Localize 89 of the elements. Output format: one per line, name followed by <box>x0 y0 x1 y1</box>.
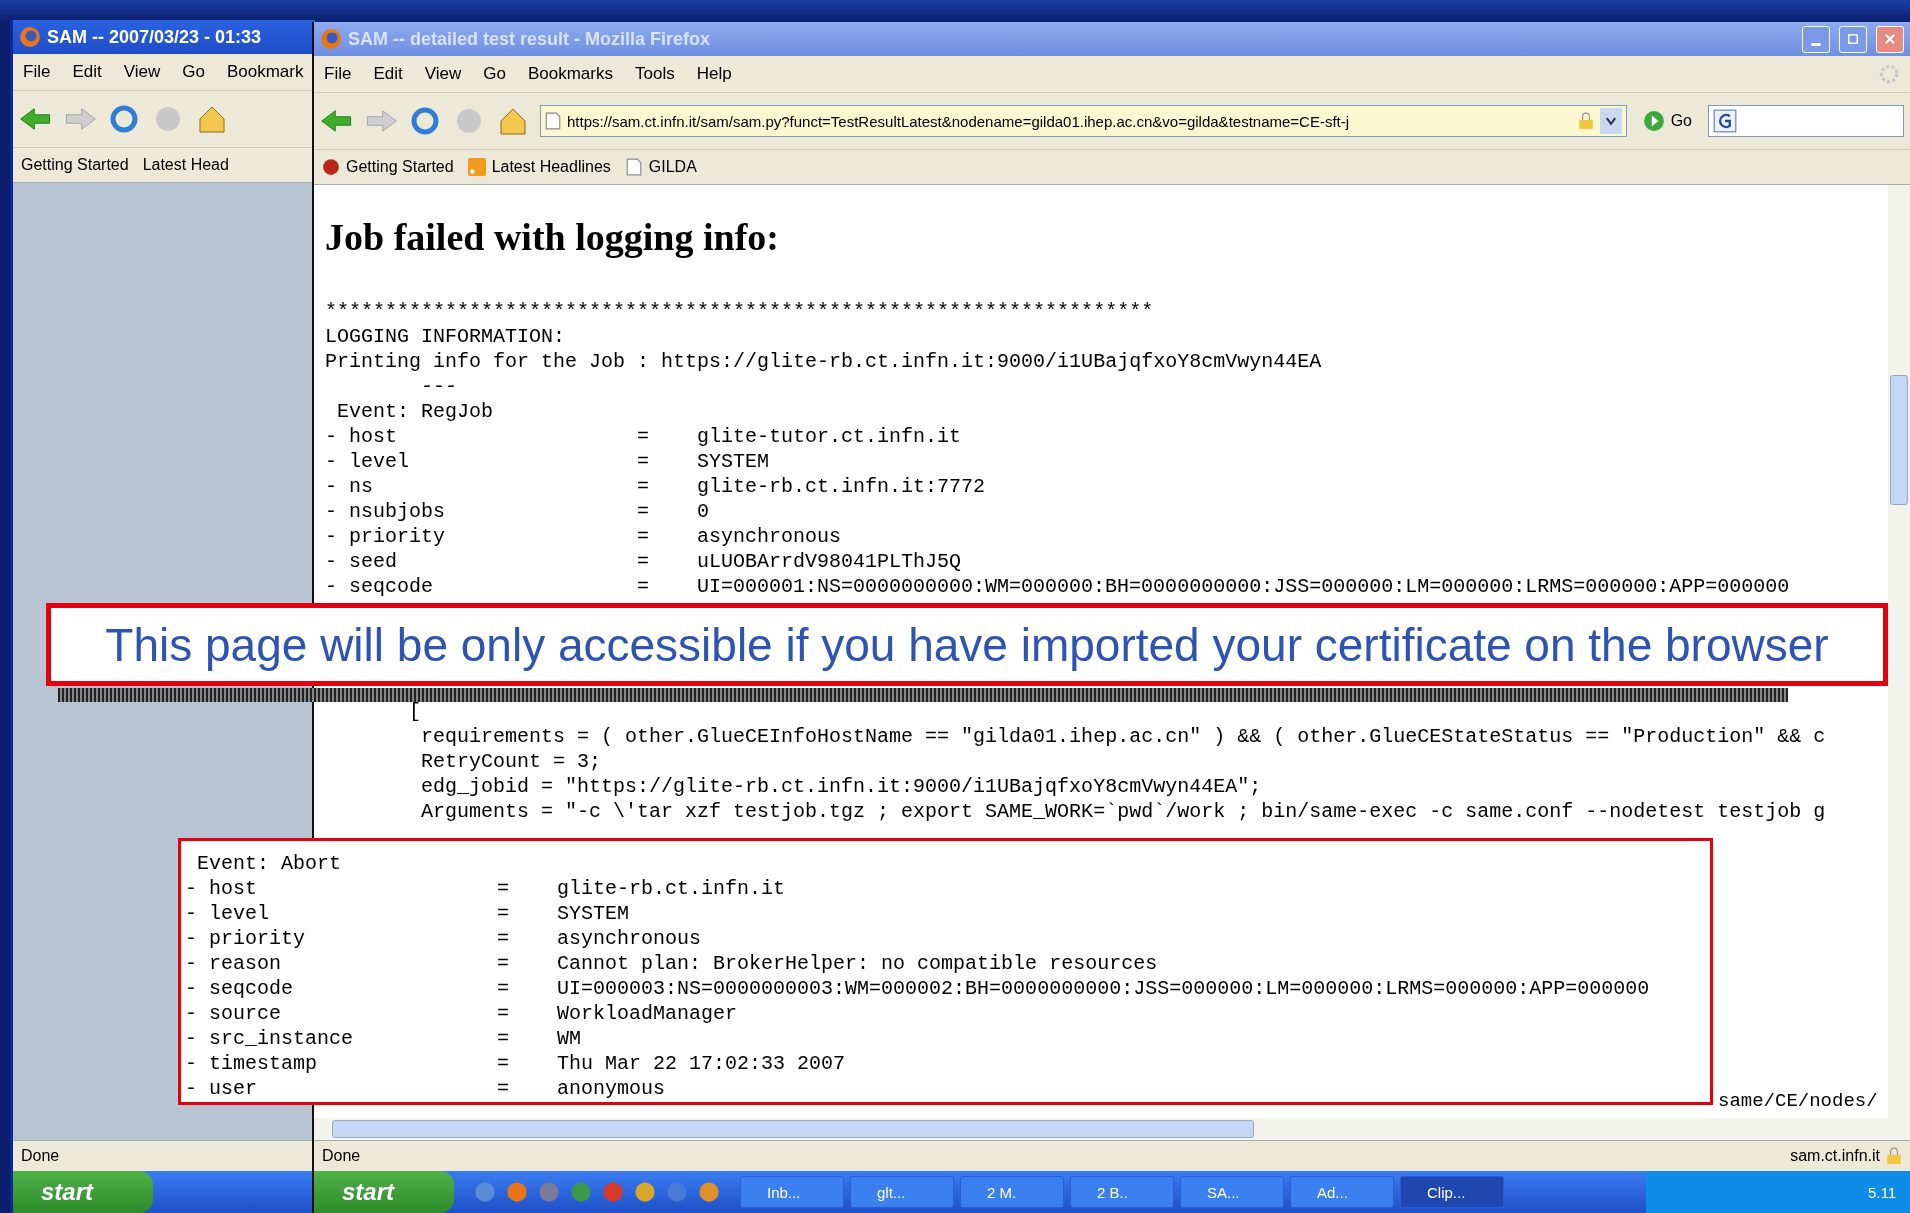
quick-launch-icon[interactable] <box>698 1181 720 1203</box>
log-line: - source = WorkloadManager <box>185 1001 739 1026</box>
log-line: --- <box>420 374 459 399</box>
bookmark-link[interactable]: Getting Started <box>322 158 454 176</box>
minimize-button[interactable] <box>1802 25 1830 53</box>
window-title: SAM -- detailed test result - Mozilla Firefox <box>348 28 711 50</box>
menu-item[interactable]: View <box>123 62 161 82</box>
status-host: sam.ct.infn.it <box>1790 1147 1880 1165</box>
menu-item[interactable]: Go <box>483 64 506 84</box>
taskbar-button[interactable]: SA... <box>1180 1176 1284 1208</box>
menu-item[interactable]: Bookmark <box>226 62 304 82</box>
log-line: - level = SYSTEM <box>185 901 631 926</box>
bookmark-link[interactable]: GILDA <box>624 158 697 176</box>
quick-launch-icon[interactable] <box>634 1181 656 1203</box>
log-line: RetryCount = 3; <box>420 749 603 774</box>
taskbar-button[interactable]: 2 M. <box>960 1176 1064 1208</box>
log-line: LOGGING INFORMATION: <box>325 324 567 349</box>
taskbar-button[interactable]: Inb... <box>740 1176 844 1208</box>
log-line: - level = SYSTEM <box>325 449 771 474</box>
log-line: - seqcode = UI=000003:NS=0000000003:WM=000002:BH=0000000000:JSS=000000:LM=000000:LRMS=000000:APP=000000 <box>185 976 1651 1001</box>
log-line: Arguments = "-c \'tar xzf testjob.tgz ; export SAME_WORK=`pwd`/work ; bin/same-exec -c same.conf --nodetest testjob g <box>420 799 1827 824</box>
log-line: - priority = asynchronous <box>325 524 843 549</box>
throbber-icon <box>1878 63 1900 85</box>
menu-item[interactable]: Help <box>696 64 732 84</box>
log-line: - reason = Cannot plan: BrokerHelper: no compatible resources <box>185 951 1159 976</box>
log-line: - host = glite-tutor.ct.infn.it <box>325 424 963 449</box>
menu-item[interactable]: View <box>424 64 462 84</box>
log-line: - user = anonymous <box>185 1076 667 1101</box>
log-line: - src_instance = WM <box>185 1026 583 1051</box>
padlock-icon <box>1577 112 1594 130</box>
menu-item[interactable]: Edit <box>373 64 403 84</box>
annotation-text: This page will be only accessible if you have imported your certificate on the browser <box>105 617 1829 672</box>
log-line: Event: RegJob <box>336 399 495 424</box>
quick-launch-icon[interactable] <box>474 1181 496 1203</box>
browser-logo-icon <box>320 28 342 50</box>
horizontal-scrollbar[interactable] <box>314 1118 1910 1140</box>
page-icon <box>545 112 561 130</box>
log-line: - ns = glite-rb.ct.infn.it:7772 <box>325 474 987 499</box>
minimize-icon <box>1811 42 1821 46</box>
taskbar-button[interactable]: Clip... <box>1400 1176 1504 1208</box>
window-title: SAM -- 2007/03/23 - 01:33 <box>47 26 262 48</box>
status-text: Done <box>322 1147 361 1165</box>
bookmark-icon <box>322 158 340 176</box>
taskbar-button[interactable]: Ad... <box>1290 1176 1394 1208</box>
go-button[interactable]: Go <box>1636 110 1698 132</box>
quick-launch-icon[interactable] <box>506 1181 528 1203</box>
log-line: Event: Abort <box>196 851 343 876</box>
log-line: edg_jobid = "https://glite-rb.ct.infn.it:9000/i1UBajqfxoY8cmVwyn44EA"; <box>420 774 1263 799</box>
status-text: Done <box>21 1147 60 1165</box>
menu-item[interactable]: Tools <box>634 64 675 84</box>
log-line: same/CE/nodes/ <box>1718 1089 1878 1114</box>
quick-launch-icon[interactable] <box>538 1181 560 1203</box>
quick-launch-icon[interactable] <box>602 1181 624 1203</box>
log-line: [ <box>408 699 422 724</box>
maximize-button[interactable] <box>1839 25 1867 53</box>
search-engine-icon[interactable] <box>1713 109 1737 133</box>
log-line: requirements = ( other.GlueCEInfoHostName == "gilda01.ihep.ac.cn" ) && ( other.GlueCEStateStatus == "Production" && c <box>420 724 1827 749</box>
vertical-scrollbar[interactable] <box>1888 185 1910 1118</box>
padlock-icon <box>1886 1147 1902 1165</box>
log-line: - timestamp = Thu Mar 22 17:02:33 2007 <box>185 1051 847 1076</box>
log-line: Printing info for the Job : https://glite-rb.ct.infn.it:9000/i1UBajqfxoY8cmVwyn44EA <box>325 349 1323 374</box>
page-icon <box>624 158 643 176</box>
quick-launch-icon[interactable] <box>666 1181 688 1203</box>
quick-launch-icon[interactable] <box>570 1181 592 1203</box>
menu-item[interactable]: Edit <box>72 62 102 82</box>
bookmark-link[interactable]: Getting Started <box>21 156 129 174</box>
clock: 5.11 <box>1867 1183 1896 1201</box>
rss-feed-icon <box>467 158 486 176</box>
log-line: ********************************************************************* <box>325 299 1155 324</box>
menu-item[interactable]: Bookmarks <box>527 64 613 84</box>
taskbar-button[interactable]: glt... <box>850 1176 954 1208</box>
log-line: - seqcode = UI=000001:NS=0000000000:WM=000000:BH=0000000000:JSS=000000:LM=000000:LRMS=000000:APP=000000 <box>325 574 1791 599</box>
maximize-icon <box>1846 32 1860 46</box>
log-line: - priority = asynchronous <box>185 926 703 951</box>
page-heading: Job failed with logging info: <box>325 215 780 259</box>
close-icon <box>1883 32 1897 46</box>
menu-item[interactable]: File <box>23 62 51 82</box>
close-button[interactable] <box>1876 25 1904 53</box>
search-field[interactable] <box>1708 105 1904 137</box>
taskbar-button[interactable]: 2 B.. <box>1070 1176 1174 1208</box>
log-line: - seed = uLUOBArrdV98041PLThJ5Q <box>325 549 963 574</box>
bookmark-link[interactable]: Latest Headlines <box>467 158 611 176</box>
address-field[interactable]: https://sam.ct.infn.it/sam/sam.py?funct=TestResultLatest&nodename=gilda01.ihep.ac.cn&vo=gilda&testname=CE-sft-j <box>540 105 1627 137</box>
log-line: - host = glite-rb.ct.infn.it <box>185 876 787 901</box>
browser-logo-icon <box>19 26 41 48</box>
menu-item[interactable]: Go <box>182 62 205 82</box>
menu-item[interactable]: File <box>324 64 352 84</box>
log-line: - nsubjobs = 0 <box>325 499 711 524</box>
bookmark-link[interactable]: Latest Head <box>142 156 229 174</box>
